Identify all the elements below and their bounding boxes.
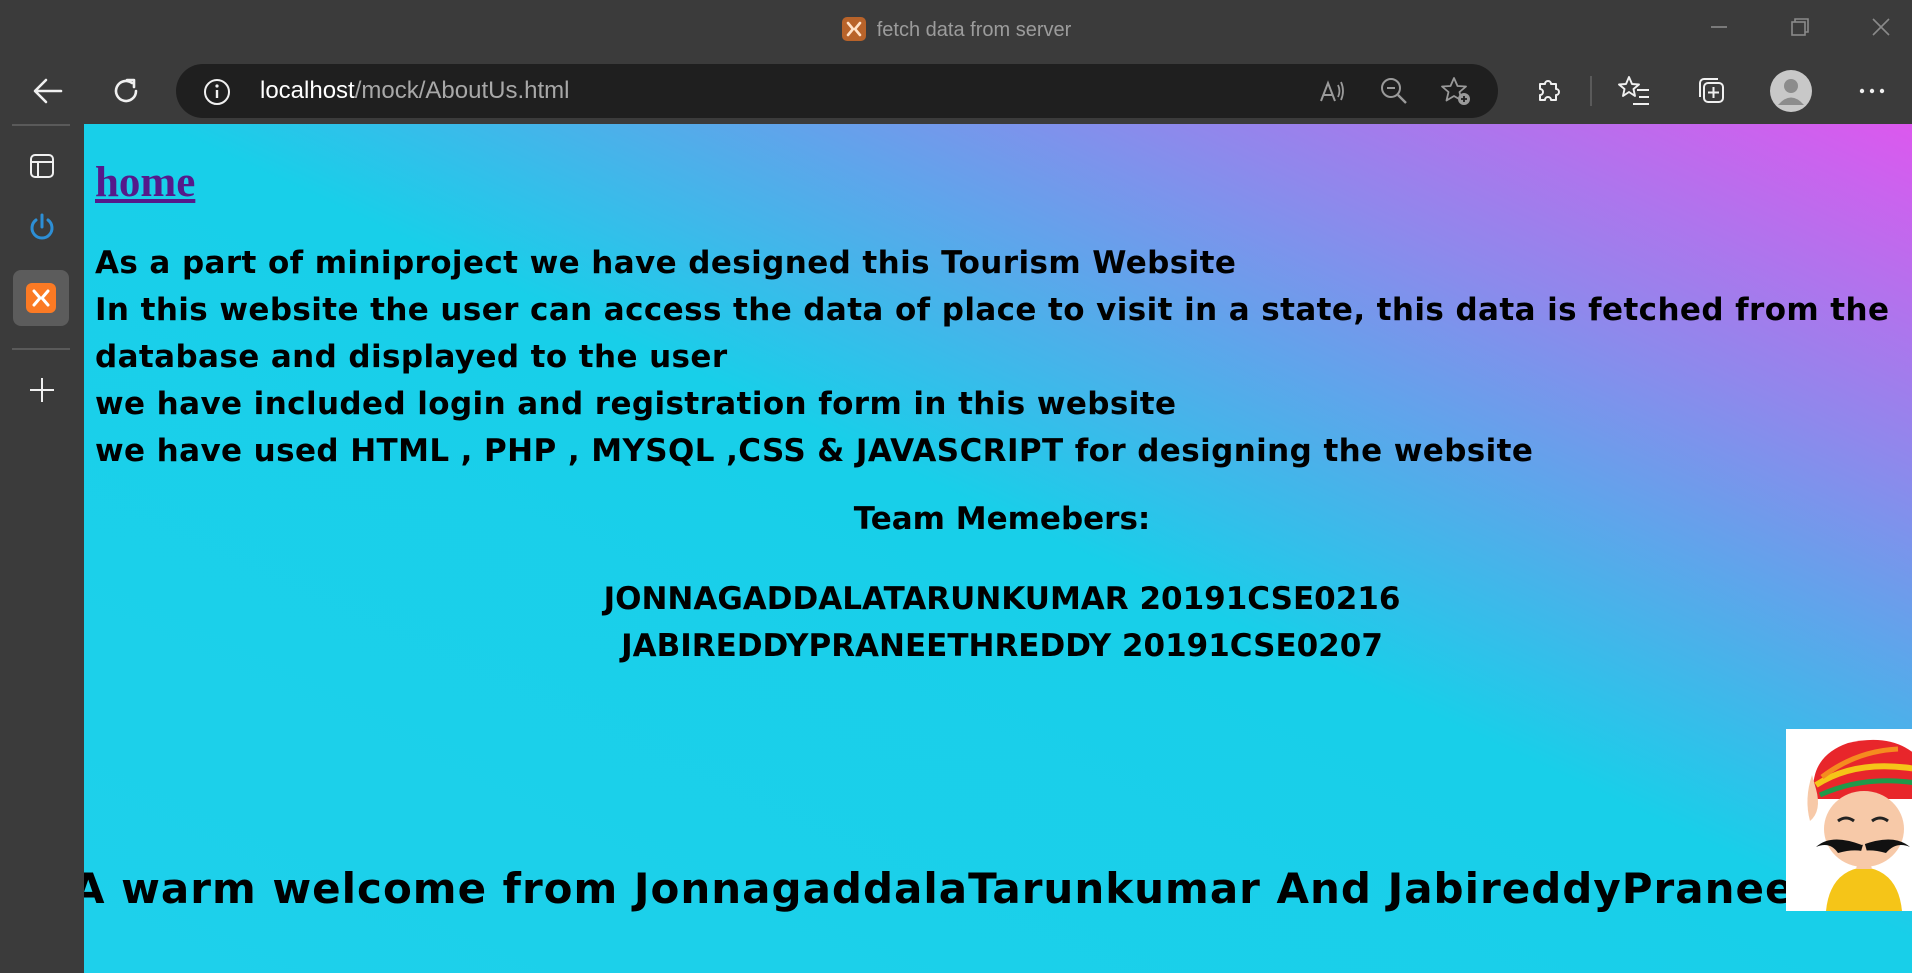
team-members-list: JONNAGADDALATARUNKUMAR 20191CSE0216 JABI…	[84, 576, 1912, 670]
team-member: JONNAGADDALATARUNKUMAR 20191CSE0216	[603, 581, 1401, 617]
mascot-image	[1786, 729, 1912, 911]
read-aloud-icon[interactable]	[1316, 75, 1348, 107]
extensions-icon[interactable]	[1528, 71, 1568, 111]
restore-icon[interactable]	[1787, 14, 1813, 40]
intro-text: As a part of miniproject we have designe…	[95, 240, 1907, 475]
favorites-icon[interactable]	[1614, 71, 1654, 111]
toolbar-divider	[1590, 76, 1592, 106]
profile-avatar[interactable]	[1770, 70, 1812, 112]
title-bar: fetch data from server	[0, 0, 1912, 58]
tab-title-text: fetch data from server	[876, 19, 1072, 41]
sidebar-divider	[12, 124, 70, 126]
refresh-icon[interactable]	[106, 71, 146, 111]
close-icon[interactable]	[1868, 14, 1894, 40]
xampp-icon	[26, 283, 56, 313]
xampp-tab[interactable]	[13, 270, 69, 326]
welcome-marquee: A warm welcome from JonnagaddalaTarunkum…	[84, 864, 1912, 913]
collections-icon[interactable]	[1692, 71, 1732, 111]
url-text[interactable]: localhost/mock/AboutUs.html	[260, 77, 569, 105]
team-heading: Team Memebers:	[853, 501, 1151, 537]
intro-line: In this website the user can access the …	[95, 292, 1890, 375]
intro-line: we have used HTML , PHP , MYSQL ,CSS & J…	[95, 433, 1534, 469]
url-host: localhost	[260, 77, 355, 104]
xampp-icon	[841, 17, 866, 41]
home-link[interactable]: home	[95, 158, 195, 207]
window-title: fetch data from server	[0, 16, 1912, 42]
more-menu-icon[interactable]	[1852, 71, 1892, 111]
rajasthani-man-illustration	[1807, 739, 1912, 911]
zoom-out-icon[interactable]	[1378, 75, 1410, 107]
sidebar-divider	[12, 348, 70, 350]
power-icon[interactable]	[22, 208, 62, 248]
add-favorite-icon[interactable]	[1440, 75, 1472, 107]
address-bar[interactable]: localhost/mock/AboutUs.html	[176, 64, 1498, 118]
vertical-tabs-sidebar	[0, 124, 84, 973]
info-icon[interactable]	[202, 77, 232, 107]
intro-line: we have included login and registration …	[95, 386, 1177, 422]
team-member: JABIREDDYPRANEETHREDDY 20191CSE0207	[621, 628, 1383, 664]
page-content: home As a part of miniproject we have de…	[84, 124, 1912, 973]
browser-toolbar: localhost/mock/AboutUs.html	[0, 58, 1912, 124]
new-tab-icon[interactable]	[22, 370, 62, 410]
minimize-icon[interactable]	[1706, 14, 1732, 40]
intro-line: As a part of miniproject we have designe…	[95, 245, 1237, 281]
tab-actions-icon[interactable]	[22, 146, 62, 186]
url-path: /mock/AboutUs.html	[354, 77, 570, 104]
back-icon[interactable]	[28, 71, 68, 111]
